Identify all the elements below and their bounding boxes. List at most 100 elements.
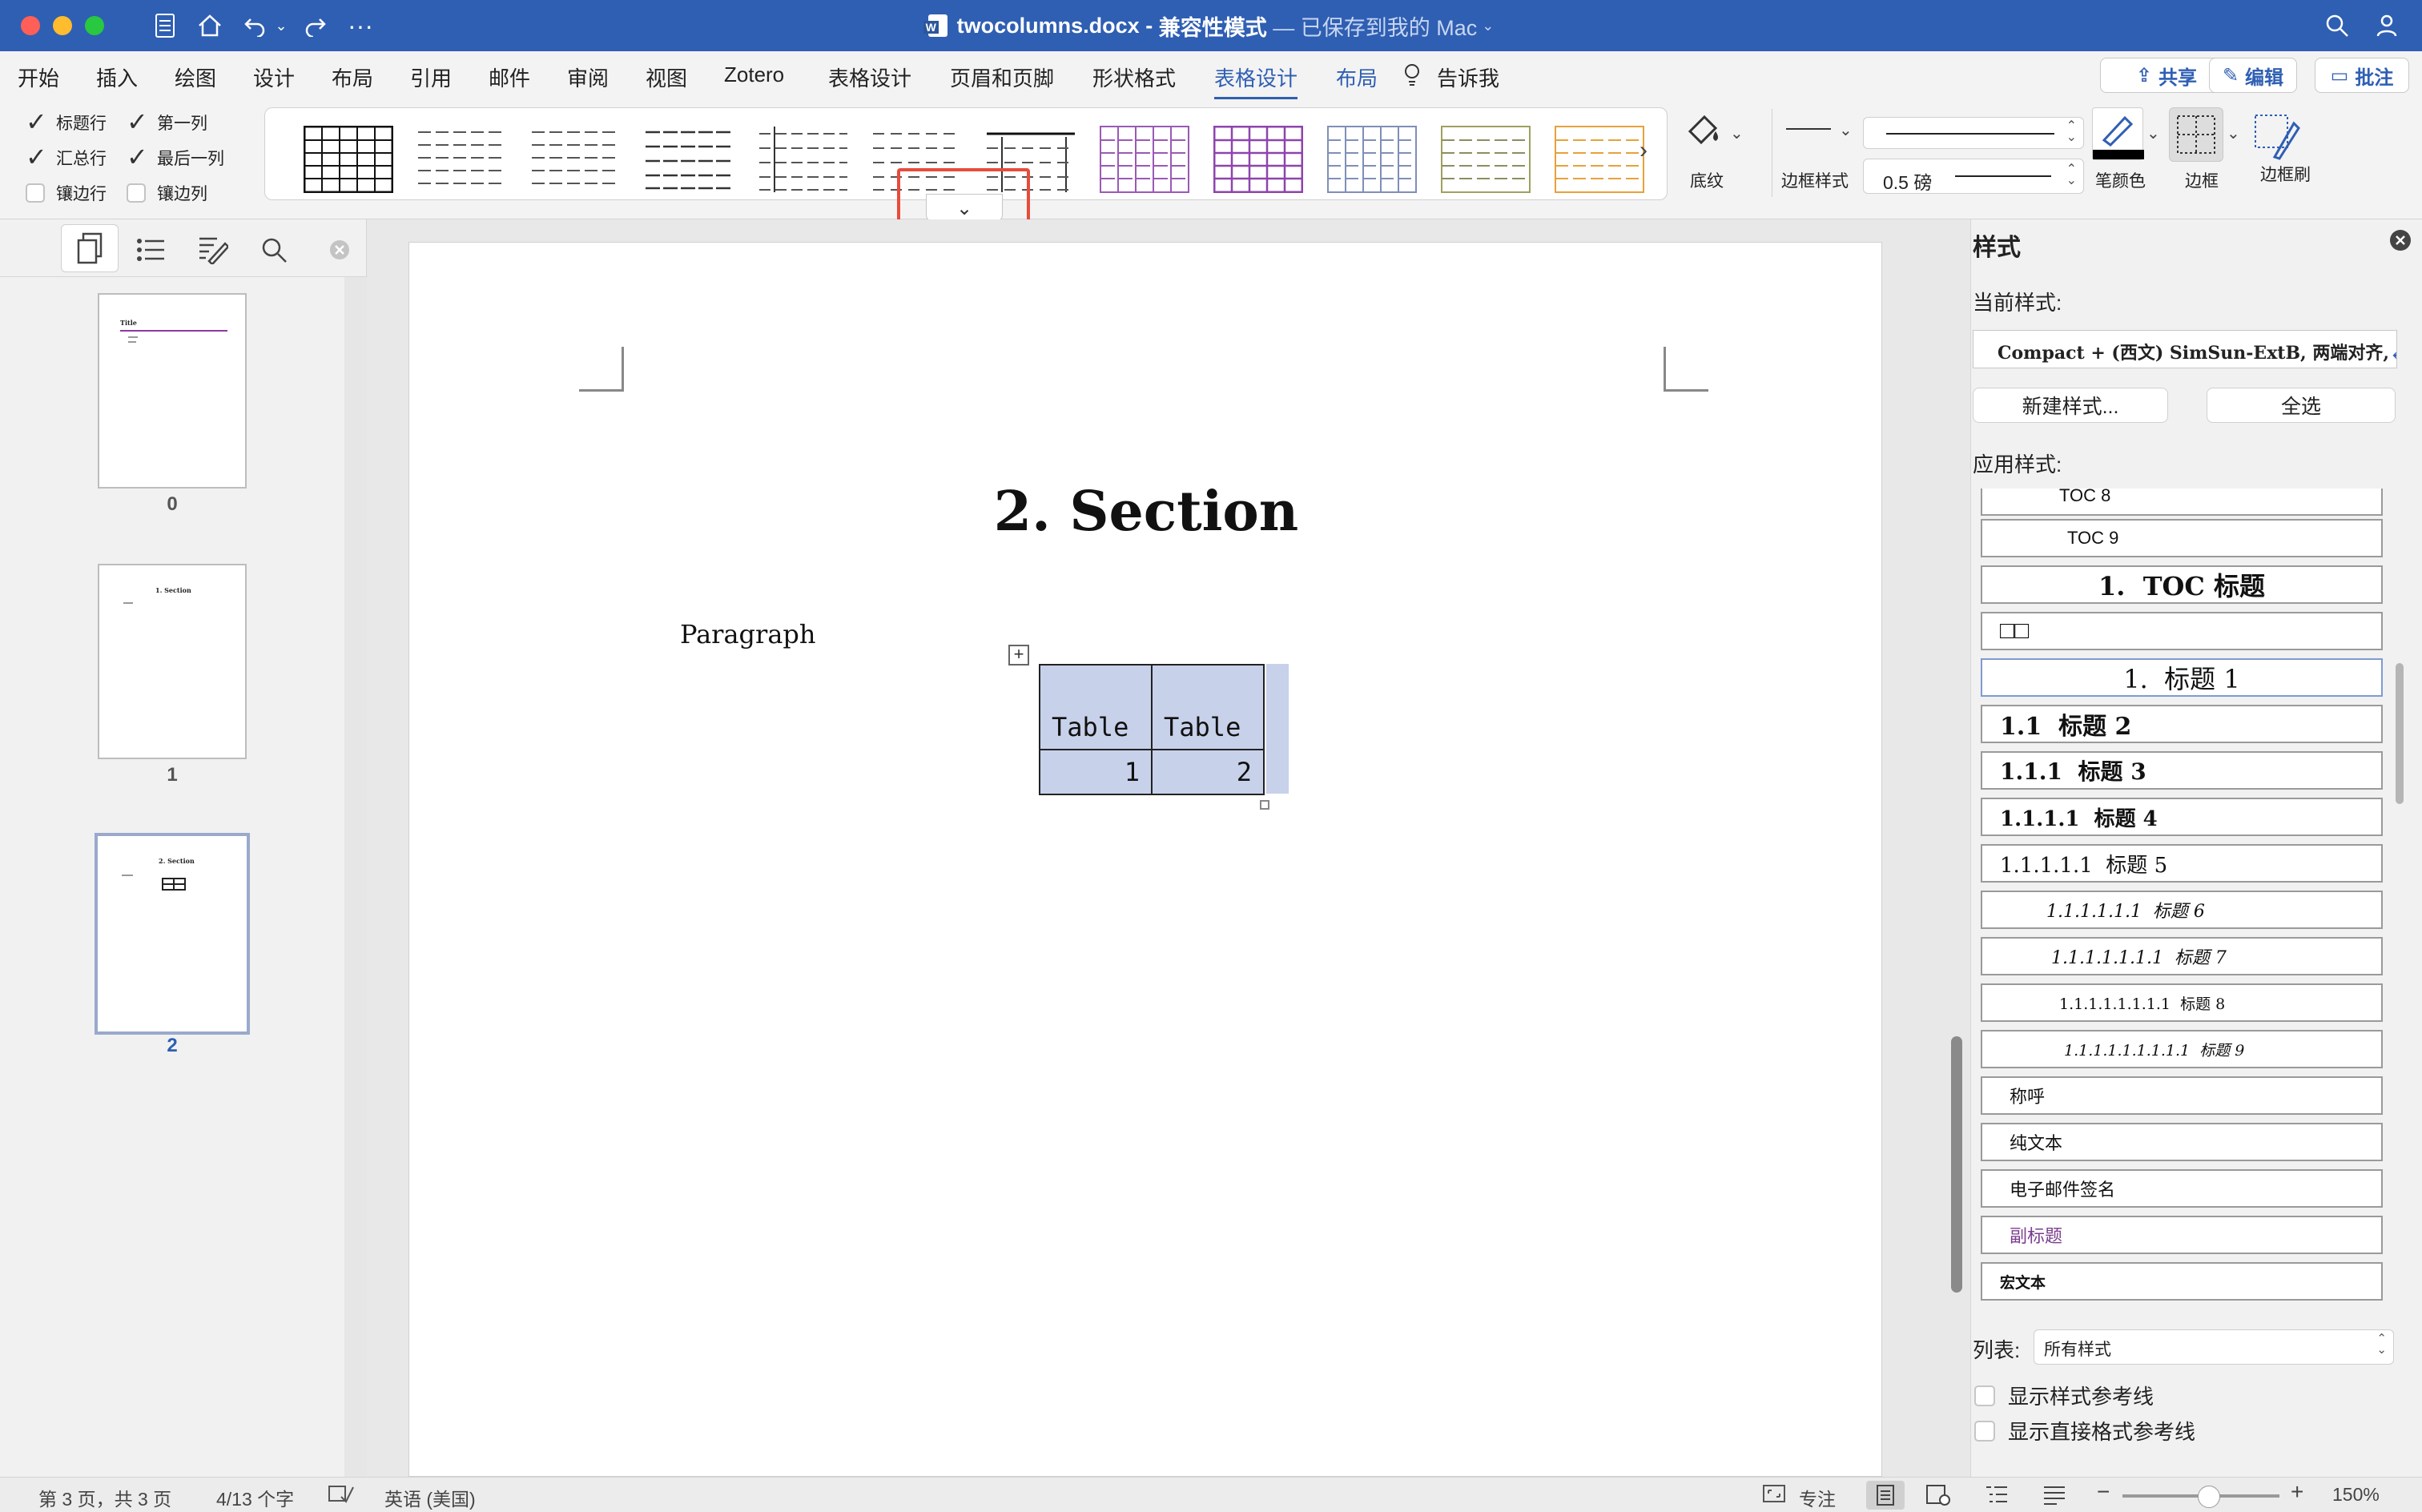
tab-table-design[interactable]: 表格设计 xyxy=(1214,62,1298,100)
zoom-slider-knob[interactable] xyxy=(2198,1486,2220,1508)
checkbox[interactable] xyxy=(127,183,146,203)
review-tab-icon[interactable] xyxy=(194,232,232,267)
home-icon[interactable] xyxy=(192,8,227,43)
document-scroll-thumb[interactable] xyxy=(1951,1036,1962,1293)
style-toc-8[interactable]: TOC 8 xyxy=(1981,489,2383,516)
table-style-grid[interactable] xyxy=(303,125,394,194)
gallery-expand-button[interactable]: ⌄ xyxy=(926,194,1003,223)
show-style-guides-option[interactable]: 显示样式参考线 xyxy=(1974,1381,2154,1410)
lightbulb-icon[interactable] xyxy=(1403,62,1421,92)
style-heading-7[interactable]: 1.1.1.1.1.1.1 标题 7 xyxy=(1981,937,2383,975)
language[interactable]: 英语 (美国) xyxy=(384,1484,476,1511)
page-thumbnail-2[interactable]: 2. Section xyxy=(95,833,250,1035)
style-heading-8[interactable]: 1.1.1.1.1.1.1.1 标题 8 xyxy=(1981,983,2383,1022)
style-heading-9[interactable]: 1.1.1.1.1.1.1.1.1 标题 9 xyxy=(1981,1030,2383,1068)
print-layout-icon[interactable] xyxy=(1866,1481,1905,1510)
proofing-icon[interactable] xyxy=(328,1484,354,1508)
document-scrollbar[interactable] xyxy=(1945,219,1970,1477)
border-style-preview[interactable] xyxy=(1786,128,1831,130)
gallery-next-icon[interactable]: › xyxy=(1639,137,1648,164)
table-style-list[interactable] xyxy=(986,126,1076,193)
pen-color-dropdown-icon[interactable]: ⌄ xyxy=(2146,123,2160,143)
more-icon[interactable]: ··· xyxy=(344,8,376,43)
tab-table-design-1[interactable]: 表格设计 xyxy=(828,62,911,92)
draft-view-icon[interactable] xyxy=(2042,1484,2066,1510)
sidebar-doc-icon[interactable] xyxy=(149,8,181,43)
tab-zotero[interactable]: Zotero xyxy=(724,62,784,87)
table-style-grid-light[interactable] xyxy=(872,126,962,193)
tell-me[interactable]: 告诉我 xyxy=(1437,62,1499,92)
shading-dropdown-icon[interactable]: ⌄ xyxy=(1730,123,1744,143)
page-count[interactable]: 第 3 页，共 3 页 xyxy=(38,1484,171,1511)
undo-icon[interactable] xyxy=(237,8,272,43)
style-plain-text[interactable]: 纯文本 xyxy=(1981,1123,2383,1161)
style-heading-2[interactable]: 1.1 标题 2 xyxy=(1981,705,2383,743)
close-pane-icon[interactable] xyxy=(328,232,351,267)
borders-icon[interactable] xyxy=(2169,107,2223,162)
zoom-in-icon[interactable]: + xyxy=(2291,1479,2303,1505)
zoom-level[interactable]: 150% xyxy=(2332,1484,2380,1506)
tab-shape-format[interactable]: 形状格式 xyxy=(1092,62,1176,92)
show-direct-formatting-option[interactable]: 显示直接格式参考线 xyxy=(1974,1416,2195,1446)
style-heading-6[interactable]: 1.1.1.1.1.1 标题 6 xyxy=(1981,891,2383,929)
style-toc-heading[interactable]: 1. TOC 标题 xyxy=(1981,565,2383,604)
paragraph-text[interactable]: Paragraph xyxy=(680,619,816,649)
zoom-out-icon[interactable]: − xyxy=(2097,1479,2110,1505)
table-style-purple[interactable] xyxy=(1100,126,1189,193)
style-box-glyphs[interactable]: □□ xyxy=(1981,612,2383,650)
search-icon[interactable] xyxy=(2319,8,2355,43)
tab-table-layout[interactable]: 布局 xyxy=(1336,62,1378,92)
checkbox[interactable] xyxy=(26,183,45,203)
comment-button[interactable]: ▭ 批注 xyxy=(2315,58,2409,93)
pane-scrollbar[interactable] xyxy=(344,277,367,1477)
edit-button[interactable]: ✎ 编辑 xyxy=(2209,58,2297,93)
line-style-select[interactable]: ⌃ ⌄ xyxy=(1863,117,2084,149)
page-thumbnail-0[interactable]: Title xyxy=(98,293,247,489)
style-salutation[interactable]: 称呼 xyxy=(1981,1076,2383,1115)
outline-view-icon[interactable] xyxy=(1985,1484,2009,1510)
table-style-olive[interactable] xyxy=(1441,126,1531,193)
zoom-window-button[interactable] xyxy=(85,16,104,35)
new-style-button[interactable]: 新建样式... xyxy=(1973,388,2168,423)
tab-header-footer[interactable]: 页眉和页脚 xyxy=(950,62,1054,92)
close-pane-icon[interactable] xyxy=(2389,229,2412,255)
option-first-column[interactable]: 第一列 xyxy=(127,107,207,137)
minimize-window-button[interactable] xyxy=(53,16,72,35)
tab-insert[interactable]: 插入 xyxy=(96,62,138,92)
redo-icon[interactable] xyxy=(298,8,333,43)
checkbox[interactable] xyxy=(26,142,47,172)
table-style-purple-strong[interactable] xyxy=(1213,125,1304,194)
style-list-scrollbar[interactable] xyxy=(2388,489,2412,1393)
tab-design[interactable]: 设计 xyxy=(253,62,295,92)
checkbox[interactable] xyxy=(127,107,148,137)
tab-draw[interactable]: 绘图 xyxy=(175,62,216,92)
undo-dropdown-icon[interactable]: ⌄ xyxy=(272,8,290,43)
web-layout-icon[interactable] xyxy=(1925,1484,1951,1511)
tab-review[interactable]: 审阅 xyxy=(567,62,609,92)
table-cell[interactable]: Table xyxy=(1039,664,1153,750)
tab-layout[interactable]: 布局 xyxy=(332,62,373,92)
list-filter-select[interactable]: 所有样式 ⌃ ⌄ xyxy=(2034,1329,2394,1365)
style-heading-4[interactable]: 1.1.1.1 标题 4 xyxy=(1981,798,2383,836)
borders-dropdown-icon[interactable]: ⌄ xyxy=(2227,123,2240,143)
pen-color-icon[interactable] xyxy=(2092,107,2144,160)
table-cell[interactable]: 1 xyxy=(1039,749,1153,795)
style-toc-9[interactable]: TOC 9 xyxy=(1981,519,2383,557)
page-thumbnail-1[interactable]: 1. Section xyxy=(98,564,247,759)
checkbox[interactable] xyxy=(1974,1420,1995,1442)
checkbox[interactable] xyxy=(26,107,47,137)
save-status[interactable]: — 已保存到我的 Mac xyxy=(1267,10,1477,42)
thumbnails-tab-icon[interactable] xyxy=(61,224,119,272)
chevron-down-icon[interactable]: ⌄ xyxy=(1482,18,1494,34)
style-heading-1[interactable]: 1. 标题 1 xyxy=(1981,658,2383,697)
word-count[interactable]: 4/13 个字 xyxy=(216,1484,294,1511)
close-window-button[interactable] xyxy=(21,16,40,35)
table-style-orange[interactable] xyxy=(1555,126,1644,193)
style-heading-3[interactable]: 1.1.1 标题 3 xyxy=(1981,751,2383,790)
option-header-row[interactable]: 标题行 xyxy=(26,107,107,137)
tab-mailings[interactable]: 邮件 xyxy=(489,62,530,92)
checkbox[interactable] xyxy=(1974,1385,1995,1406)
table-style-plain-4[interactable] xyxy=(645,126,734,193)
search-icon[interactable] xyxy=(255,232,293,267)
option-banded-rows[interactable]: 镶边行 xyxy=(26,181,107,205)
